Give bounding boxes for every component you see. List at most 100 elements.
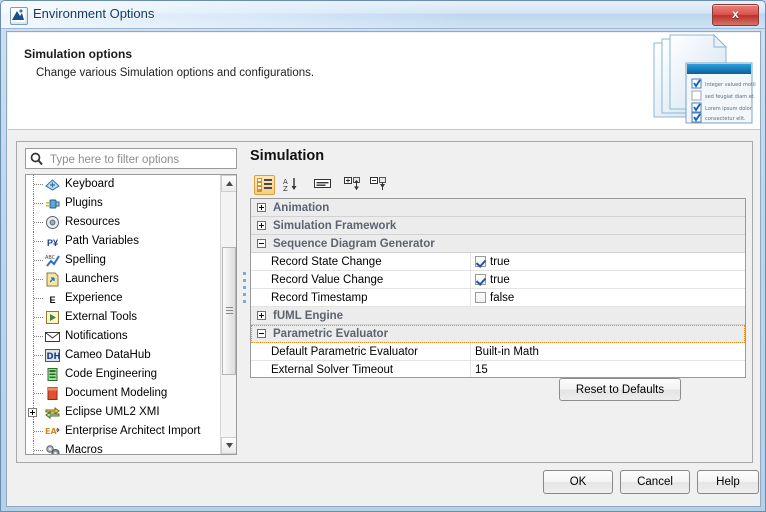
- checkbox-icon[interactable]: [475, 292, 486, 303]
- panel-splitter[interactable]: [243, 272, 247, 306]
- tree-scroll-area: KeyboardPluginsResourcesP¥Path Variables…: [26, 175, 220, 454]
- sidebar-item-plugins[interactable]: Plugins: [26, 194, 220, 213]
- sidebar-item-label: External Tools: [63, 308, 139, 327]
- cancel-button[interactable]: Cancel: [620, 470, 690, 494]
- sidebar-item-label: Resources: [63, 213, 122, 232]
- svg-text:Integer valued motils: Integer valued motils: [705, 82, 756, 88]
- property-value-text: Built-in Math: [475, 346, 539, 358]
- macros-icon: [45, 443, 60, 454]
- property-row[interactable]: Record State Change true: [251, 253, 745, 271]
- tree-guide-line: [33, 441, 35, 454]
- property-value[interactable]: true: [470, 271, 745, 288]
- sidebar-item-macros[interactable]: Macros: [26, 441, 220, 454]
- app-icon: [10, 7, 28, 25]
- sidebar-item-label: Plugins: [63, 194, 105, 213]
- checkbox-icon[interactable]: [475, 256, 486, 267]
- sidebar-item-experience[interactable]: EExperience: [26, 289, 220, 308]
- resources-icon: [45, 215, 60, 230]
- sidebar-item-code-engineering[interactable]: Code Engineering: [26, 365, 220, 384]
- filter-field-wrapper[interactable]: [25, 148, 237, 169]
- categorized-icon[interactable]: [254, 175, 275, 195]
- sidebar-item-label: Macros: [63, 441, 105, 454]
- property-group-parametric-evaluator[interactable]: Parametric Evaluator: [251, 325, 745, 343]
- path-variables-icon: P¥: [45, 234, 60, 249]
- sidebar-item-document-modeling[interactable]: Document Modeling: [26, 384, 220, 403]
- sort-az-icon[interactable]: A Z: [280, 175, 301, 195]
- property-label: Default Parametric Evaluator: [271, 343, 418, 361]
- reset-to-defaults-button[interactable]: Reset to Defaults: [559, 378, 681, 401]
- sidebar-item-eclipse-uml2-xmi[interactable]: Eclipse UML2 XMI: [26, 403, 220, 422]
- eclipse-uml2-xmi-icon: [45, 405, 60, 420]
- tree-branch-tick: [34, 222, 43, 223]
- checkbox-icon[interactable]: [475, 274, 486, 285]
- tree-branch-tick: [34, 450, 43, 451]
- tree-branch-tick: [34, 355, 43, 356]
- svg-text:ABC: ABC: [45, 255, 56, 261]
- property-group-sequence-diagram-generator[interactable]: Sequence Diagram Generator: [251, 235, 745, 253]
- collapse-group-icon[interactable]: [257, 329, 266, 338]
- close-icon: x: [713, 7, 758, 21]
- svg-text:DH: DH: [47, 352, 61, 362]
- property-value[interactable]: 15: [470, 361, 745, 378]
- banner-subtitle: Change various Simulation options and co…: [36, 67, 314, 79]
- expand-group-icon[interactable]: [257, 311, 266, 320]
- tree-scrollbar[interactable]: [220, 175, 236, 454]
- sidebar-item-label: Document Modeling: [63, 384, 169, 403]
- search-icon: [30, 152, 43, 169]
- options-tree[interactable]: KeyboardPluginsResourcesP¥Path Variables…: [25, 174, 237, 455]
- sidebar-item-enterprise-architect-import[interactable]: EAEnterprise Architect Import: [26, 422, 220, 441]
- sidebar-item-external-tools[interactable]: External Tools: [26, 308, 220, 327]
- property-row[interactable]: External Solver Timeout 15: [251, 361, 745, 378]
- sidebar-item-notifications[interactable]: Notifications: [26, 327, 220, 346]
- property-group-animation[interactable]: Animation: [251, 199, 745, 217]
- sidebar-item-cameo-datahub[interactable]: DHCameo DataHub: [26, 346, 220, 365]
- scroll-down-icon[interactable]: [221, 437, 237, 454]
- svg-text:EA: EA: [45, 427, 57, 436]
- help-button[interactable]: Help: [697, 470, 759, 494]
- expand-group-icon[interactable]: [257, 221, 266, 230]
- page-title: Simulation: [250, 148, 324, 164]
- launchers-icon: [45, 272, 60, 287]
- sidebar-item-keyboard[interactable]: Keyboard: [26, 175, 220, 194]
- property-group-simulation-framework[interactable]: Simulation Framework: [251, 217, 745, 235]
- svg-text:Z: Z: [283, 185, 288, 192]
- scroll-up-icon[interactable]: [221, 175, 237, 192]
- property-group-fuml-engine[interactable]: fUML Engine: [251, 307, 745, 325]
- properties-toolbar: A Z: [250, 174, 746, 196]
- options-body: KeyboardPluginsResourcesP¥Path Variables…: [16, 141, 753, 463]
- property-row[interactable]: Record Timestampfalse: [251, 289, 745, 307]
- property-value[interactable]: Built-in Math: [470, 343, 745, 360]
- document-modeling-icon: [45, 386, 60, 401]
- property-row[interactable]: Default Parametric Evaluator Built-in Mat…: [251, 343, 745, 361]
- sidebar-item-launchers[interactable]: Launchers: [26, 270, 220, 289]
- property-value[interactable]: false: [470, 289, 745, 306]
- sidebar-item-resources[interactable]: Resources: [26, 213, 220, 232]
- property-group-label: fUML Engine: [273, 307, 343, 325]
- close-button[interactable]: x: [712, 4, 759, 26]
- tree-scrollbar-thumb[interactable]: [222, 247, 236, 375]
- tree-branch-tick: [34, 317, 43, 318]
- search-input[interactable]: [48, 151, 237, 169]
- environment-options-window: Environment Options x Simulation options…: [0, 0, 766, 512]
- expand-group-icon[interactable]: [257, 203, 266, 212]
- plugin-icon: [45, 196, 60, 211]
- ok-button[interactable]: OK: [543, 470, 613, 494]
- collapse-all-icon[interactable]: [368, 175, 389, 195]
- property-row[interactable]: Record Value Changetrue: [251, 271, 745, 289]
- properties-table[interactable]: AnimationSimulation FrameworkSequence Di…: [250, 198, 746, 378]
- property-value[interactable]: true: [470, 253, 745, 270]
- code-engineering-icon: [45, 367, 60, 382]
- sidebar-item-path-variables[interactable]: P¥Path Variables: [26, 232, 220, 251]
- property-label: External Solver Timeout: [271, 361, 393, 378]
- notifications-icon: [45, 329, 60, 344]
- scrollbar-grip-icon: [226, 307, 233, 315]
- expand-all-icon[interactable]: [342, 175, 363, 195]
- tree-expand-icon[interactable]: [28, 408, 37, 417]
- description-icon[interactable]: [312, 175, 333, 195]
- svg-text:Lorem ipsum dolor: Lorem ipsum dolor: [705, 106, 753, 112]
- property-label: Record State Change: [271, 253, 382, 271]
- sidebar-item-spelling[interactable]: ABCSpelling: [26, 251, 220, 270]
- collapse-group-icon[interactable]: [257, 239, 266, 248]
- banner-title: Simulation options: [24, 47, 132, 61]
- property-group-label: Parametric Evaluator: [273, 325, 388, 343]
